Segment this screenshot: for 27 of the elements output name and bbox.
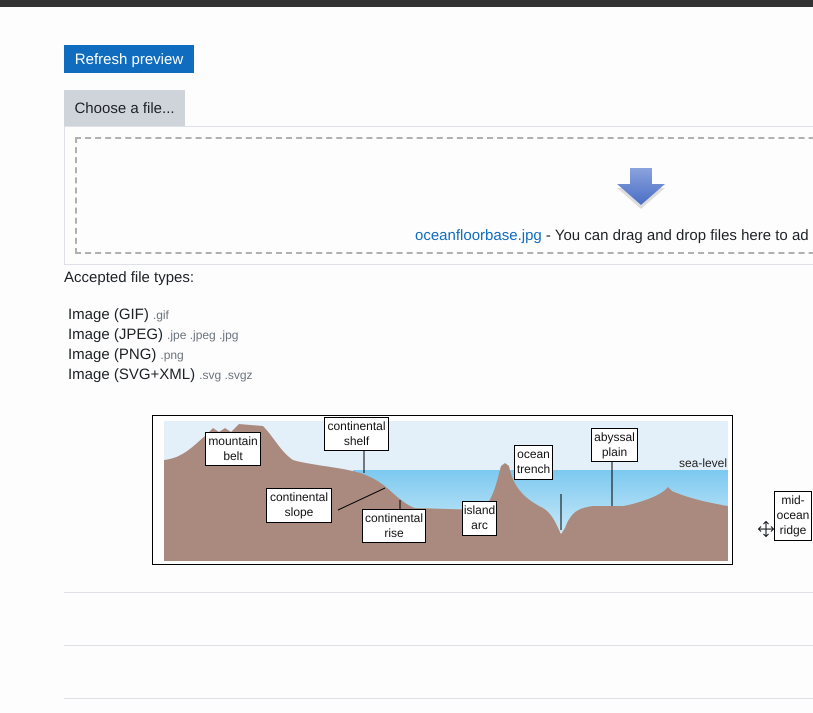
file-type-name: Image (GIF) [68,306,149,323]
drag-label[interactable]: island arc [462,501,497,536]
file-type-extensions: .svg .svgz [199,368,252,382]
move-cursor-icon [757,520,775,538]
drop-zone[interactable]: oceanfloorbase.jpg - You can drag and drop files here to ad [75,137,813,254]
file-type-name: Image (SVG+XML) [68,366,196,383]
drag-label[interactable]: abyssal plain [591,428,638,462]
leader-line [560,494,562,530]
file-type-extensions: .png [160,348,184,362]
drag-label[interactable]: mid-ocean ridge [774,491,812,541]
sea-level-label: sea-level [678,456,727,470]
file-type-extensions: .jpe .jpeg .jpg [167,328,238,342]
drag-label[interactable]: mountain belt [205,432,261,466]
choose-file-button[interactable]: Choose a file... [64,90,185,126]
accepted-types-heading: Accepted file types: [64,269,196,286]
leader-line [338,488,386,510]
drag-label[interactable]: ocean trench [514,445,553,480]
file-type-name: Image (JPEG) [68,326,164,343]
drop-hint-text: - You can drag and drop files here to ad [544,227,809,244]
drag-label[interactable]: continental shelf [324,417,389,451]
download-arrow-icon [615,167,667,209]
refresh-preview-button[interactable]: Refresh preview [64,45,194,73]
file-name-link[interactable]: oceanfloorbase.jpg [415,227,542,244]
drag-label[interactable]: continental slope [266,488,332,523]
file-type-extensions: .gif [152,308,169,322]
file-type-name: Image (PNG) [68,346,156,363]
drag-label[interactable]: continental rise [362,509,426,543]
